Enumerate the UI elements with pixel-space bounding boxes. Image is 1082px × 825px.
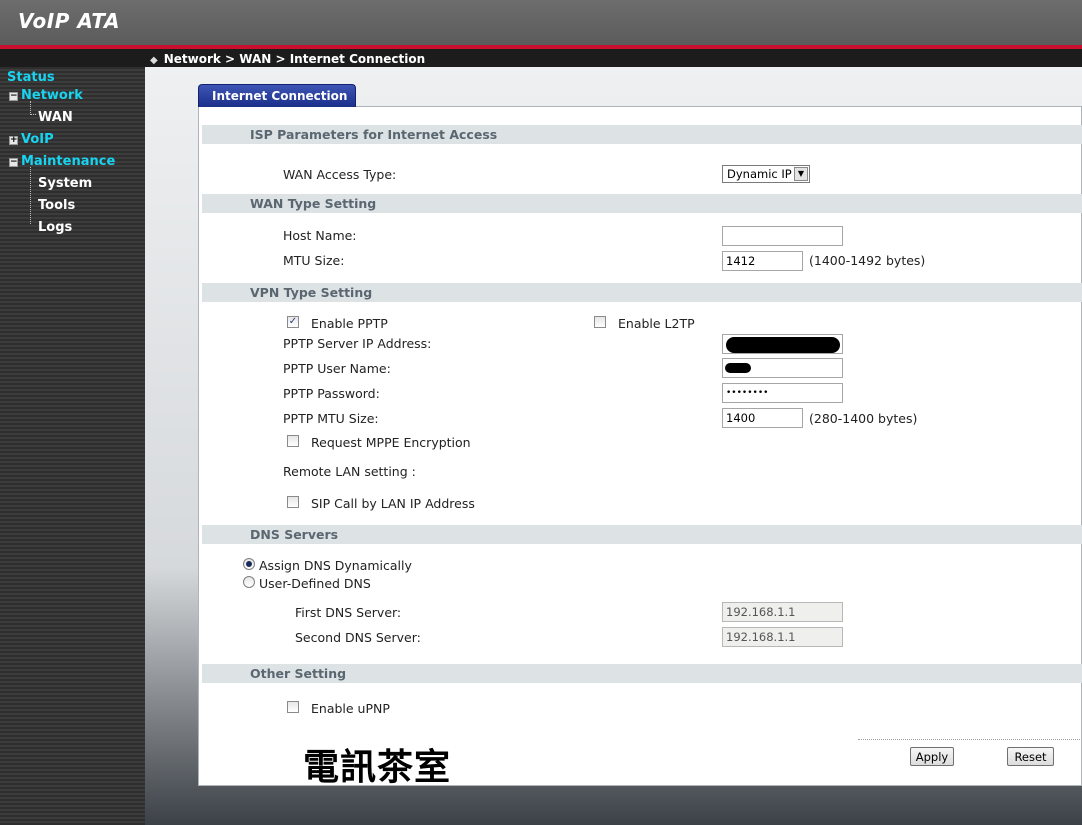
app-logo: VoIP ATA	[18, 9, 120, 33]
sidebar-item-maintenance[interactable]: − Maintenance	[9, 154, 115, 169]
enable-upnp-label: Enable uPNP	[311, 701, 390, 716]
host-name-label: Host Name:	[283, 228, 357, 243]
mppe-encryption-label: Request MPPE Encryption	[311, 435, 471, 450]
mtu-size-label: MTU Size:	[283, 253, 345, 268]
tree-connector	[30, 101, 36, 115]
sidebar-item-label: VoIP	[21, 132, 54, 147]
section-wan-type-setting: WAN Type Setting	[202, 194, 1082, 213]
enable-l2tp-label: Enable L2TP	[618, 316, 695, 331]
sidebar-item-status[interactable]: Status	[7, 70, 55, 85]
first-dns-server-label: First DNS Server:	[295, 605, 402, 620]
sidebar-item-logs[interactable]: Logs	[38, 220, 72, 235]
second-dns-server-label: Second DNS Server:	[295, 630, 421, 645]
sip-call-lan-ip-checkbox[interactable]	[287, 496, 299, 508]
pptp-server-ip-label: PPTP Server IP Address:	[283, 336, 432, 351]
enable-upnp-checkbox[interactable]	[287, 701, 299, 713]
app-header: VoIP ATA	[0, 0, 1082, 48]
mppe-encryption-checkbox[interactable]	[287, 435, 299, 447]
wan-access-type-value: Dynamic IP	[727, 167, 792, 181]
host-name-input[interactable]	[722, 226, 843, 246]
pptp-mtu-size-input[interactable]: 1400	[722, 408, 803, 428]
assign-dns-dynamically-radio[interactable]	[243, 558, 255, 570]
user-defined-dns-radio[interactable]	[243, 576, 255, 588]
sidebar-item-label: WAN	[38, 110, 73, 125]
enable-pptp-checkbox[interactable]: ✓	[287, 316, 299, 328]
sidebar-item-label: Status	[7, 70, 55, 85]
mtu-size-input[interactable]: 1412	[722, 251, 803, 271]
sidebar-item-label: Logs	[38, 220, 73, 235]
second-dns-server-input[interactable]: 192.168.1.1	[722, 627, 843, 647]
collapse-icon[interactable]: −	[9, 92, 18, 101]
section-other-setting: Other Setting	[202, 664, 1082, 683]
enable-l2tp-checkbox[interactable]	[594, 316, 606, 328]
apply-button[interactable]: Apply	[910, 747, 954, 766]
section-vpn-type-setting: VPN Type Setting	[202, 283, 1082, 302]
wan-access-type-label: WAN Access Type:	[283, 167, 397, 182]
tab-internet-connection[interactable]: Internet Connection	[198, 84, 356, 107]
sip-call-lan-ip-label: SIP Call by LAN IP Address	[311, 496, 475, 511]
sidebar-item-label: Tools	[38, 198, 76, 213]
sidebar-item-voip[interactable]: + VoIP	[9, 132, 54, 147]
sidebar-item-system[interactable]: System	[38, 176, 92, 191]
pptp-password-label: PPTP Password:	[283, 386, 380, 401]
remote-lan-setting-label: Remote LAN setting :	[283, 464, 416, 479]
sidebar-item-network[interactable]: − Network	[9, 88, 83, 103]
breadcrumb-text: Network > WAN > Internet Connection	[163, 52, 426, 66]
reset-button[interactable]: Reset	[1007, 747, 1054, 766]
diamond-bullet-icon: ◆	[150, 55, 158, 66]
user-defined-dns-label: User-Defined DNS	[259, 576, 371, 591]
enable-pptp-label: Enable PPTP	[311, 316, 388, 331]
divider	[858, 739, 1080, 740]
section-dns-servers: DNS Servers	[202, 525, 1082, 544]
redacted-server-ip	[726, 337, 840, 353]
wan-access-type-select[interactable]: Dynamic IP ▼	[722, 165, 810, 183]
pptp-mtu-size-range: (280-1400 bytes)	[809, 411, 918, 426]
sidebar-item-tools[interactable]: Tools	[38, 198, 75, 213]
expand-icon[interactable]: +	[9, 136, 18, 145]
first-dns-server-input[interactable]: 192.168.1.1	[722, 602, 843, 622]
pptp-user-name-label: PPTP User Name:	[283, 361, 391, 376]
tree-connector	[30, 167, 36, 224]
collapse-icon[interactable]: −	[9, 158, 18, 167]
watermark-text: 電訊茶室	[303, 747, 452, 788]
redacted-user-name	[725, 363, 751, 373]
section-isp-parameters: ISP Parameters for Internet Access	[202, 125, 1082, 144]
chevron-down-icon: ▼	[794, 167, 808, 181]
sidebar-item-wan[interactable]: WAN	[38, 110, 73, 125]
pptp-mtu-size-label: PPTP MTU Size:	[283, 411, 379, 426]
pptp-password-input[interactable]: ••••••••	[722, 383, 843, 403]
assign-dns-dynamically-label: Assign DNS Dynamically	[259, 558, 412, 573]
breadcrumb: ◆ Network > WAN > Internet Connection	[150, 52, 425, 66]
sidebar-item-label: System	[38, 176, 93, 191]
mtu-size-range: (1400-1492 bytes)	[809, 253, 926, 268]
